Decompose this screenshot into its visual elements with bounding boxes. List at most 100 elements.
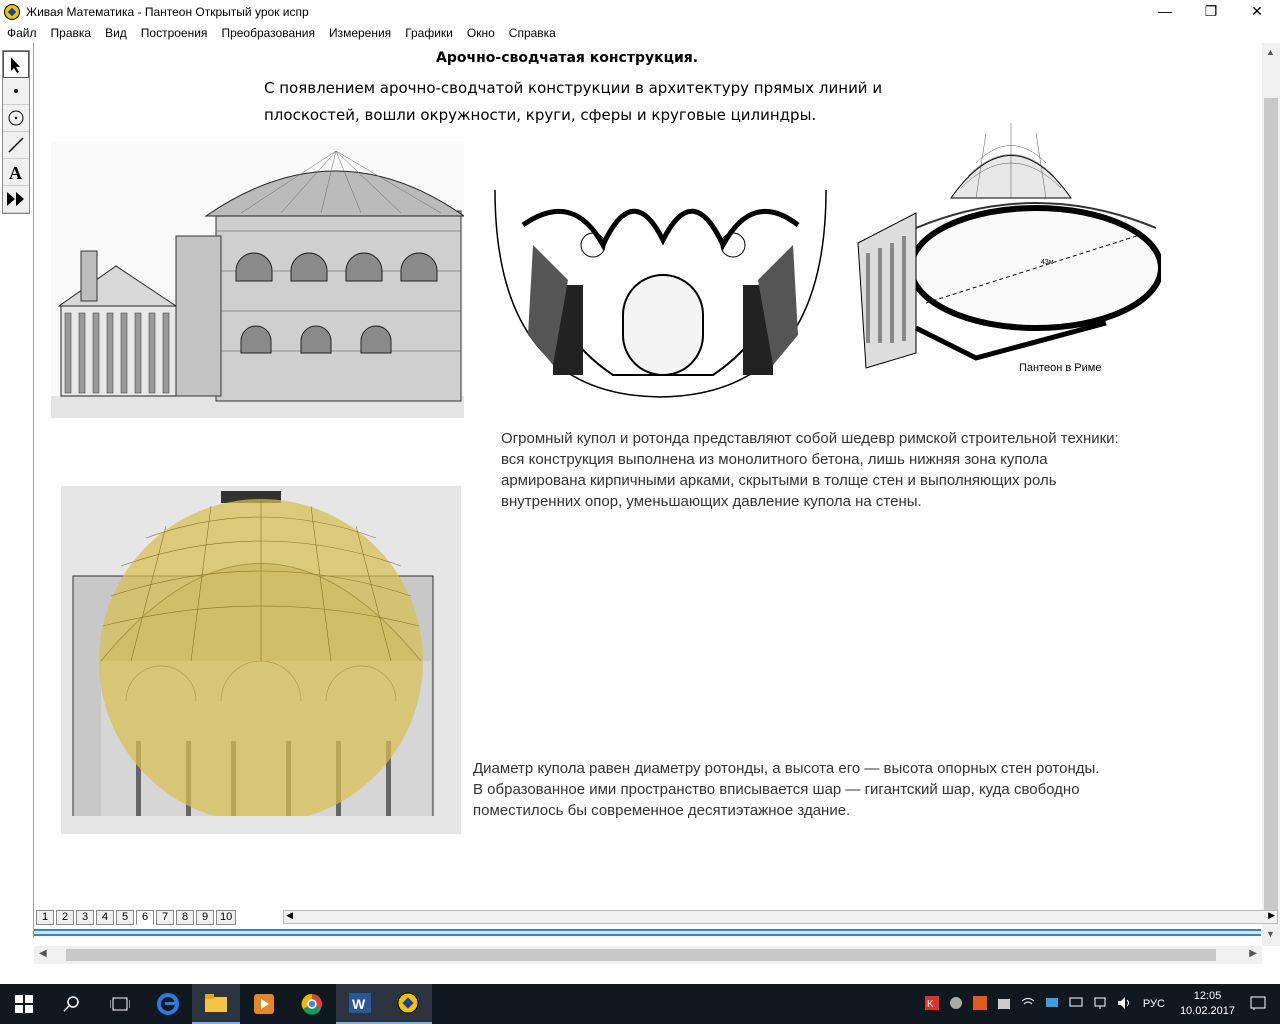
geometry-app-taskbar-button[interactable]: [384, 984, 432, 1024]
line-icon: [8, 137, 24, 153]
chrome-taskbar-button[interactable]: [288, 984, 336, 1024]
explorer-taskbar-button[interactable]: [192, 984, 240, 1024]
notifications-icon[interactable]: [1250, 995, 1266, 1014]
menu-transform[interactable]: Преобразования: [214, 26, 322, 40]
app-icon: [4, 3, 20, 20]
compass-tool[interactable]: [3, 105, 29, 132]
page-tab-7[interactable]: 7: [156, 909, 174, 925]
tab-scroll-right-icon[interactable]: ▶: [1268, 910, 1275, 921]
page-tab-1[interactable]: 1: [36, 909, 54, 925]
page-tab-3[interactable]: 3: [76, 909, 94, 925]
system-tray: K РУС 12:05 10.02.2017: [920, 984, 1280, 1024]
scroll-left-icon[interactable]: ◀: [39, 948, 47, 959]
geometry-app-icon: [397, 992, 419, 1014]
menu-window[interactable]: Окно: [460, 26, 502, 40]
word-taskbar-button[interactable]: W: [336, 984, 384, 1024]
circle-icon: [8, 110, 24, 126]
menu-measure[interactable]: Измерения: [322, 26, 398, 40]
custom-tool[interactable]: [3, 186, 29, 213]
vertical-scrollbar[interactable]: ▲ ▼: [1262, 43, 1280, 946]
straightedge-tool[interactable]: [3, 132, 29, 159]
menu-construct[interactable]: Построения: [134, 26, 215, 40]
page-tab-4[interactable]: 4: [96, 909, 114, 925]
page-tab-5[interactable]: 5: [116, 909, 134, 925]
horizontal-scroll-thumb[interactable]: [66, 949, 1216, 961]
maximize-button[interactable]: ❐: [1188, 0, 1234, 22]
antivirus-icon[interactable]: K: [924, 995, 939, 1013]
svg-text:K: K: [927, 999, 934, 1010]
svg-text:W: W: [352, 996, 366, 1012]
chrome-icon: [301, 993, 322, 1015]
word-icon: W: [349, 993, 371, 1013]
network-app-icon[interactable]: [949, 996, 963, 1013]
status-strip: [34, 929, 1261, 936]
volume-icon[interactable]: [1117, 996, 1133, 1013]
page-tab-2[interactable]: 2: [56, 909, 74, 925]
menu-bar: Файл Правка Вид Построения Преобразовани…: [0, 23, 1280, 43]
clock-date: 10.02.2017: [1179, 1005, 1235, 1017]
text-tool[interactable]: A: [3, 159, 29, 186]
menu-edit[interactable]: Правка: [44, 26, 99, 40]
vertical-scroll-thumb[interactable]: [1264, 98, 1278, 918]
point-icon: [14, 89, 18, 93]
windows-icon: [15, 995, 33, 1013]
tray-chat-icon[interactable]: [1069, 996, 1083, 1013]
tab-scrollbar[interactable]: ◀ ▶: [283, 910, 1278, 924]
sketch-canvas[interactable]: Арочно-сводчатая конструкция. С появлени…: [34, 43, 1261, 909]
window-title: Живая Математика - Пантеон Открытый урок…: [26, 4, 309, 19]
page-tab-6[interactable]: 6: [136, 909, 154, 925]
folder-icon: [205, 994, 227, 1012]
tray-display-icon[interactable]: [1045, 996, 1059, 1013]
edge-taskbar-button[interactable]: [144, 984, 192, 1024]
page-tabs: 1 2 3 4 5 6 7 8 9 10 ◀ ▶: [34, 908, 1278, 926]
search-button[interactable]: [48, 984, 96, 1024]
task-view-icon: [110, 997, 130, 1011]
scroll-up-icon[interactable]: ▲: [1266, 47, 1275, 57]
page-heading: Арочно-сводчатая конструкция.: [436, 50, 699, 66]
title-bar: Живая Математика - Пантеон Открытый урок…: [0, 0, 1280, 23]
close-button[interactable]: ✕: [1234, 0, 1280, 22]
tray-app-icon[interactable]: [972, 995, 987, 1013]
page-tab-9[interactable]: 9: [196, 909, 214, 925]
tray-wifi-icon[interactable]: [1021, 996, 1035, 1013]
plan-caption: Пантеон в Риме: [1019, 362, 1101, 374]
svg-text:A: A: [9, 163, 22, 181]
pantheon-sphere-section-image[interactable]: [61, 486, 461, 834]
point-tool[interactable]: [3, 78, 29, 105]
tab-scroll-left-icon[interactable]: ◀: [286, 910, 293, 921]
arrow-icon: [11, 56, 20, 73]
menu-graph[interactable]: Графики: [398, 26, 460, 40]
menu-help[interactable]: Справка: [502, 26, 563, 40]
edge-icon: [157, 993, 179, 1015]
task-view-button[interactable]: [96, 984, 144, 1024]
menu-view[interactable]: Вид: [98, 26, 134, 40]
plan-measure-label: 43м: [1041, 259, 1054, 266]
sphere-description: Диаметр купола равен диаметру ротонды, а…: [473, 760, 1100, 819]
clock[interactable]: 12:05 10.02.2017: [1180, 989, 1235, 1019]
arrow-tool[interactable]: [3, 51, 29, 78]
page-tab-10[interactable]: 10: [216, 909, 237, 925]
minimize-button[interactable]: —: [1142, 0, 1188, 22]
scroll-right-icon[interactable]: ▶: [1249, 948, 1257, 959]
menu-file[interactable]: Файл: [0, 26, 44, 40]
fast-forward-icon: [7, 192, 24, 206]
media-player-icon: [254, 994, 274, 1014]
text-icon: A: [9, 163, 22, 181]
tray-box-icon[interactable]: [997, 996, 1011, 1013]
pantheon-cutaway-image[interactable]: 43м Пантеон в Риме: [856, 118, 1161, 383]
media-taskbar-button[interactable]: [240, 984, 288, 1024]
vault-section-image[interactable]: [493, 185, 828, 400]
intro-text: С появлением арочно-сводчатой конструкци…: [264, 79, 883, 124]
language-indicator[interactable]: РУС: [1143, 998, 1165, 1010]
start-button[interactable]: [0, 984, 48, 1024]
network-icon[interactable]: [1093, 996, 1107, 1013]
scroll-down-icon[interactable]: ▼: [1266, 929, 1275, 939]
toolbox: A: [2, 50, 30, 214]
dome-description: Огромный купол и ротонда представляют со…: [501, 430, 1119, 510]
search-icon: [63, 996, 79, 1012]
clock-time: 12:05: [1193, 990, 1222, 1002]
taskbar: W K РУС 12:05 10.02.2017: [0, 984, 1280, 1024]
page-tab-8[interactable]: 8: [176, 909, 194, 925]
horizontal-scrollbar[interactable]: ◀ ▶: [34, 946, 1262, 964]
pantheon-exterior-image[interactable]: [51, 141, 464, 418]
